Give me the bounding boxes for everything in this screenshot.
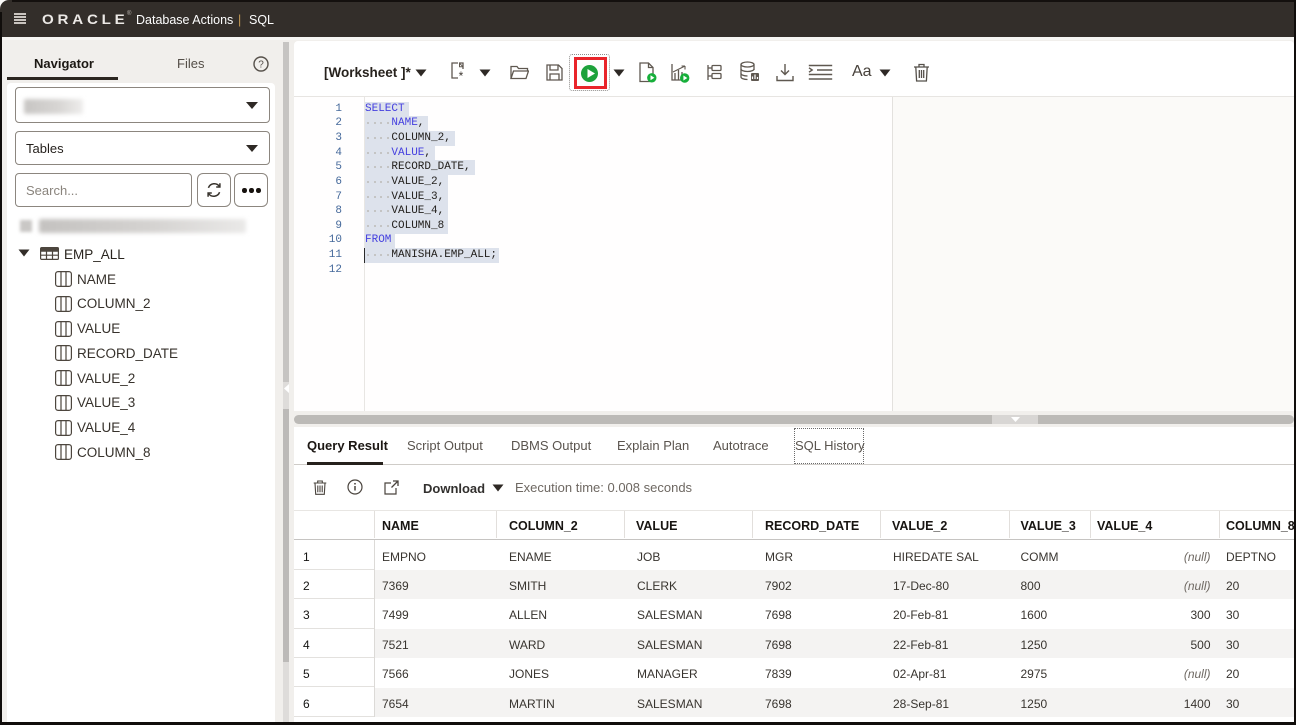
svg-text:*: * (459, 69, 464, 83)
svg-text:?: ? (258, 60, 264, 71)
